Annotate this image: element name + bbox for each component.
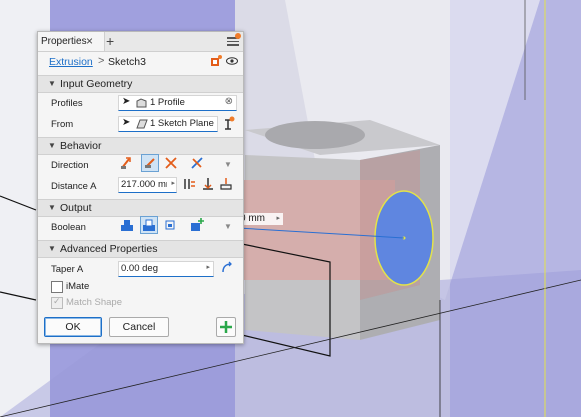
distance-a-label: Distance A bbox=[51, 181, 97, 192]
section-advanced-properties[interactable]: ▼ Advanced Properties bbox=[38, 240, 243, 258]
distance-a-input[interactable]: 217.000 mm ▸ bbox=[118, 177, 177, 193]
boolean-dropdown-icon[interactable]: ▼ bbox=[224, 222, 232, 231]
profiles-selector[interactable]: ➤ 1 Profile ⊗ bbox=[118, 95, 237, 111]
direction-dropdown-icon[interactable]: ▼ bbox=[224, 160, 232, 169]
direction-flipped-icon[interactable] bbox=[141, 154, 159, 172]
direction-label: Direction bbox=[51, 160, 89, 171]
tab-properties-label: Properties bbox=[41, 36, 87, 47]
boolean-intersect-icon[interactable] bbox=[162, 217, 178, 233]
notification-dot bbox=[235, 33, 241, 39]
breadcrumb-extrusion-link[interactable]: Extrusion bbox=[49, 56, 93, 68]
select-cursor-icon: ➤ bbox=[122, 96, 131, 107]
taper-a-input[interactable]: 0.00 deg ▸ bbox=[118, 261, 214, 277]
taper-a-label: Taper A bbox=[51, 264, 84, 275]
breadcrumb: Extrusion > Sketch3 bbox=[38, 52, 243, 71]
collapse-arrow-icon[interactable]: ▼ bbox=[48, 79, 56, 88]
distance-mode-icon[interactable] bbox=[181, 176, 197, 192]
section-title: Input Geometry bbox=[60, 78, 133, 90]
imate-checkbox[interactable] bbox=[51, 281, 63, 293]
imate-label: iMate bbox=[66, 281, 90, 292]
section-title: Advanced Properties bbox=[60, 243, 158, 255]
dimension-arrow-icon[interactable]: ▸ bbox=[276, 214, 280, 222]
distance-a-value: 217.000 mm bbox=[121, 179, 167, 190]
cube-icon[interactable] bbox=[210, 55, 222, 67]
to-icon[interactable] bbox=[218, 176, 234, 192]
breadcrumb-separator: > bbox=[98, 55, 105, 67]
tab-properties[interactable]: Properties × bbox=[38, 32, 105, 51]
cancel-button[interactable]: Cancel bbox=[109, 317, 169, 337]
taper-a-value: 0.00 deg bbox=[121, 263, 158, 274]
section-title: Output bbox=[60, 202, 92, 214]
taper-arrow-icon[interactable]: ▸ bbox=[206, 263, 210, 271]
plus-icon bbox=[220, 321, 232, 333]
boolean-label: Boolean bbox=[51, 222, 86, 233]
flip-taper-icon[interactable] bbox=[219, 260, 235, 276]
from-label: From bbox=[51, 119, 74, 130]
breadcrumb-sketch: Sketch3 bbox=[108, 56, 146, 68]
from-value: 1 Sketch Plane bbox=[150, 118, 214, 129]
apply-plus-button[interactable] bbox=[216, 317, 236, 337]
section-output[interactable]: ▼ Output bbox=[38, 199, 243, 217]
start-offset-icon[interactable] bbox=[221, 116, 235, 132]
boolean-new-solid-icon[interactable] bbox=[189, 217, 205, 233]
match-shape-label: Match Shape bbox=[66, 297, 122, 308]
select-cursor-icon: ➤ bbox=[122, 117, 131, 128]
section-title: Behavior bbox=[60, 140, 102, 152]
direction-asymmetric-icon[interactable] bbox=[189, 155, 205, 171]
boolean-join-icon[interactable] bbox=[119, 217, 135, 233]
add-tab-icon[interactable]: + bbox=[106, 33, 114, 49]
eye-icon[interactable] bbox=[226, 55, 238, 67]
section-behavior[interactable]: ▼ Behavior bbox=[38, 137, 243, 155]
boolean-cut-icon[interactable] bbox=[140, 216, 158, 234]
to-next-icon[interactable] bbox=[200, 176, 216, 192]
tab-close-icon[interactable]: × bbox=[86, 34, 93, 48]
direction-symmetric-icon[interactable] bbox=[163, 155, 179, 171]
section-input-geometry[interactable]: ▼ Input Geometry bbox=[38, 75, 243, 93]
profile-icon bbox=[136, 98, 147, 108]
from-selector[interactable]: ➤ 1 Sketch Plane bbox=[118, 116, 218, 132]
panel-tab-bar: Properties × + bbox=[38, 32, 243, 52]
properties-panel: Properties × + Extrusion > Sketch3 ▼ Inp… bbox=[37, 31, 244, 344]
clear-selection-icon[interactable]: ⊗ bbox=[225, 96, 233, 107]
direction-default-icon[interactable] bbox=[119, 155, 135, 171]
profiles-value: 1 Profile bbox=[150, 97, 185, 108]
collapse-arrow-icon[interactable]: ▼ bbox=[48, 244, 56, 253]
profiles-label: Profiles bbox=[51, 98, 83, 109]
match-shape-checkbox[interactable]: ✓ bbox=[51, 296, 63, 309]
distance-arrow-icon[interactable]: ▸ bbox=[171, 179, 175, 187]
collapse-arrow-icon[interactable]: ▼ bbox=[48, 203, 56, 212]
collapse-arrow-icon[interactable]: ▼ bbox=[48, 141, 56, 150]
dimension-input-label[interactable]: 0 mm ▸ bbox=[238, 213, 283, 225]
check-icon: ✓ bbox=[53, 296, 61, 306]
ok-button[interactable]: OK bbox=[44, 317, 102, 337]
sketch-plane-icon bbox=[136, 119, 148, 129]
